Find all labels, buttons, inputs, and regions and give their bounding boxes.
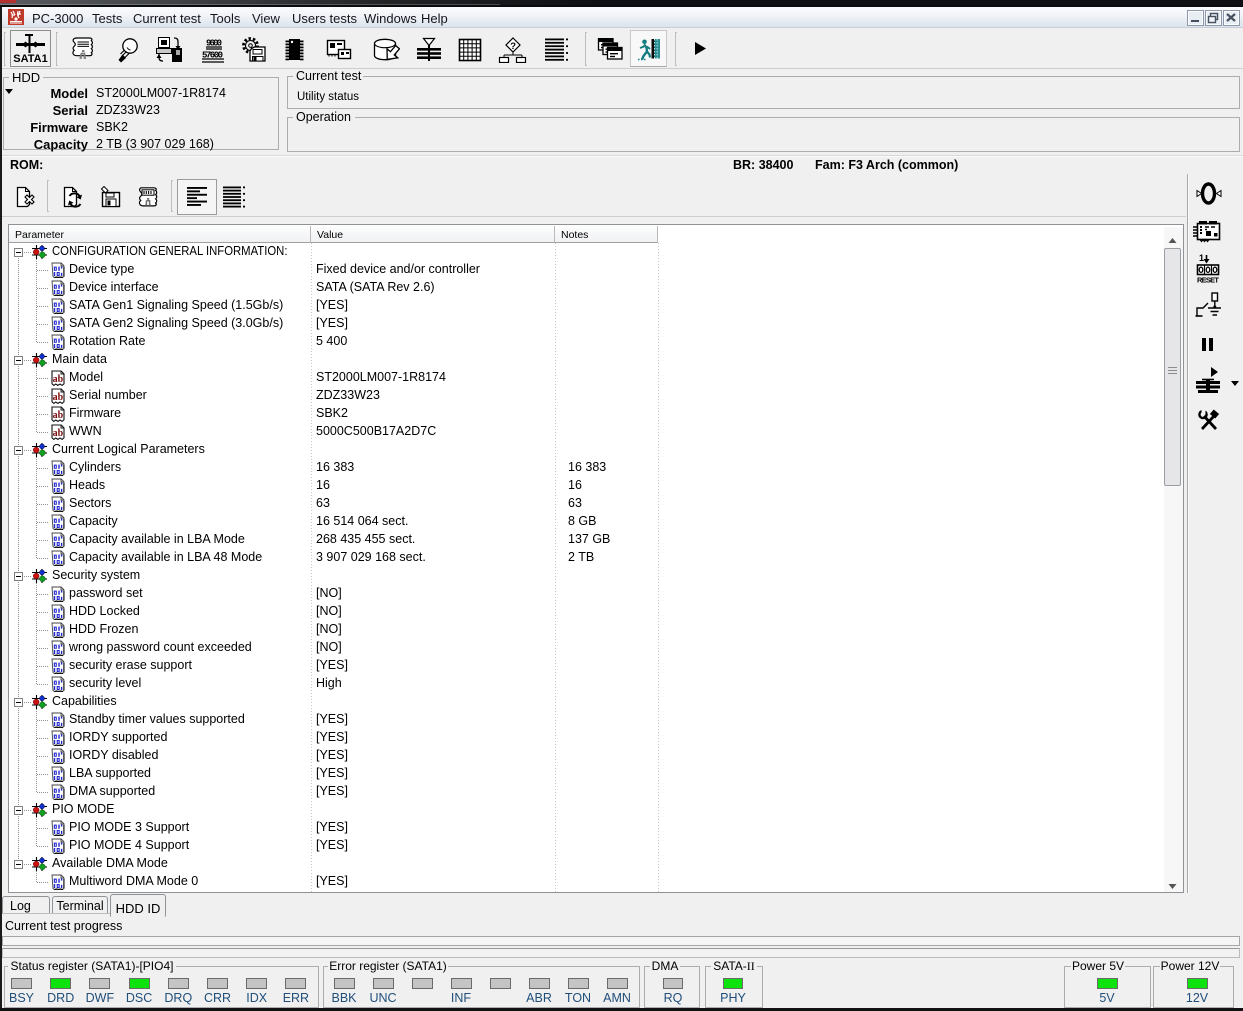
svg-text:1: 1: [1199, 253, 1204, 263]
svg-text:RESET: RESET: [1197, 276, 1219, 284]
svg-text:ab: ab: [53, 374, 64, 385]
svg-text:ab: ab: [53, 428, 64, 439]
svg-text:?: ?: [510, 41, 516, 52]
svg-text:ab: ab: [53, 392, 64, 403]
svg-text:ab: ab: [53, 410, 64, 421]
